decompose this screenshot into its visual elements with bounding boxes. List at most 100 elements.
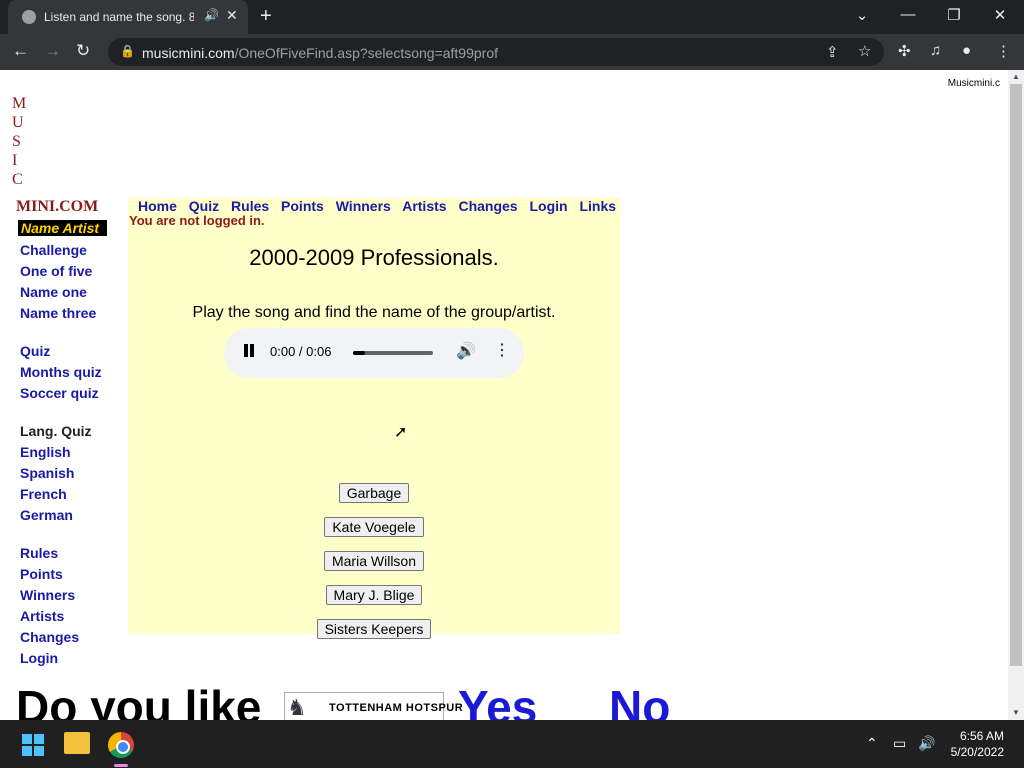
extensions-icon[interactable]: ✣	[898, 42, 911, 60]
nav-points[interactable]: Points	[281, 198, 324, 214]
choice-row: Garbage	[128, 483, 620, 503]
sidebar-item-name-one[interactable]: Name one	[16, 282, 112, 303]
mouse-cursor-icon: ➚	[394, 424, 408, 441]
web-page: Musicmini.c M U S I C MINI.COM Name Arti…	[0, 70, 1008, 720]
team-name: TOTTENHAM HOTSPUR	[329, 702, 464, 714]
seek-slider[interactable]	[353, 351, 433, 355]
menu-icon[interactable]: ⋮	[996, 42, 1011, 60]
lock-icon[interactable]: 🔒	[120, 44, 135, 58]
forward-button[interactable]: →	[44, 41, 61, 61]
logo-text: MINI.COM	[16, 198, 99, 215]
reload-button[interactable]: ↻	[76, 41, 90, 61]
active-tab[interactable]: Listen and name the song. 8( 🔊 ✕	[8, 0, 248, 34]
chevron-up-icon[interactable]: ⌃	[866, 735, 878, 752]
tab-title: Listen and name the song. 8(	[44, 10, 194, 24]
sidebar-item-rules[interactable]: Rules	[16, 543, 112, 564]
taskbar: ⌃ ▭ 🔊 6:56 AM 5/20/2022	[0, 720, 1024, 768]
sidebar-item-name-three[interactable]: Name three	[16, 303, 112, 324]
instruction-text: Play the song and find the name of the g…	[192, 304, 556, 321]
url-text: musicmini.com/OneOfFiveFind.asp?selectso…	[142, 45, 499, 61]
sidebar-item-challenge[interactable]: Challenge	[16, 240, 112, 261]
choice-row: Sisters Keepers	[128, 619, 620, 639]
choice-row: Kate Voegele	[128, 517, 620, 537]
sidebar-item-soccer-quiz[interactable]: Soccer quiz	[16, 383, 112, 404]
team-logo: ♞ TOTTENHAM HOTSPUR	[284, 692, 463, 720]
windows-start-icon[interactable]	[22, 734, 44, 756]
volume-icon[interactable]: 🔊	[456, 341, 476, 361]
sidebar-item-artists[interactable]: Artists	[16, 606, 112, 627]
no-link[interactable]: No	[609, 680, 670, 720]
tab-search-icon[interactable]: ⌄	[852, 6, 872, 24]
sidebar-item-quiz[interactable]: Quiz	[16, 341, 112, 362]
name-artist-link[interactable]: Name Artist	[18, 220, 107, 236]
sidebar-item-changes[interactable]: Changes	[16, 627, 112, 648]
sidebar-item-spanish[interactable]: Spanish	[16, 463, 112, 484]
chrome-icon[interactable]	[108, 732, 134, 758]
profile-icon[interactable]: ●	[962, 42, 971, 59]
clock-time: 6:56 AM	[959, 729, 1004, 743]
active-app-indicator	[114, 764, 128, 767]
close-tab-icon[interactable]: ✕	[226, 7, 238, 24]
new-tab-button[interactable]: +	[260, 5, 272, 28]
audio-player: 0:00 / 0:06 🔊 ⋮	[224, 328, 524, 378]
sidebar-item-german[interactable]: German	[16, 505, 112, 526]
system-clock[interactable]: 6:56 AM 5/20/2022	[940, 728, 1004, 760]
logo-letter: M	[12, 95, 27, 112]
audio-time: 0:00 / 0:06	[270, 344, 332, 359]
sidebar-item-login[interactable]: Login	[16, 648, 112, 669]
logo-letter: S	[12, 133, 21, 150]
share-icon[interactable]: ⇪	[826, 43, 839, 61]
choice-button[interactable]: Garbage	[338, 483, 410, 503]
more-options-icon[interactable]: ⋮	[494, 340, 510, 360]
nav-home[interactable]: Home	[138, 198, 177, 214]
nav-links[interactable]: Links	[579, 198, 616, 214]
choice-button[interactable]: Mary J. Blige	[325, 585, 423, 605]
choice-button[interactable]: Maria Willson	[323, 551, 424, 571]
scroll-up-icon[interactable]: ▲	[1012, 72, 1020, 81]
volume-tray-icon[interactable]: 🔊	[918, 735, 935, 752]
pause-icon[interactable]	[244, 344, 248, 357]
choice-button[interactable]: Sisters Keepers	[316, 619, 432, 639]
browser-toolbar: ← → ↻ 🔒 musicmini.com/OneOfFiveFind.asp?…	[0, 34, 1024, 70]
quiz-panel: Home Quiz Rules Points Winners Artists C…	[128, 198, 620, 639]
address-bar[interactable]: 🔒 musicmini.com/OneOfFiveFind.asp?select…	[108, 38, 884, 66]
bookmark-star-icon[interactable]: ☆	[858, 42, 871, 60]
tab-strip: Listen and name the song. 8( 🔊 ✕ + ⌄ — ❐…	[0, 0, 1024, 34]
nav-quiz[interactable]: Quiz	[189, 198, 219, 214]
minimize-button[interactable]: —	[898, 6, 918, 23]
yes-link[interactable]: Yes	[458, 680, 537, 720]
speaker-icon[interactable]: 🔊	[204, 8, 219, 22]
cockerel-icon: ♞	[287, 695, 307, 720]
sidebar-item-french[interactable]: French	[16, 484, 112, 505]
nav-winners[interactable]: Winners	[336, 198, 391, 214]
sidebar-item-one-of-five[interactable]: One of five	[16, 261, 112, 282]
sidebar-item-english[interactable]: English	[16, 442, 112, 463]
top-nav: Home Quiz Rules Points Winners Artists C…	[138, 198, 624, 214]
sidebar-item-winners[interactable]: Winners	[16, 585, 112, 606]
page-scrollbar[interactable]: ▲ ▼	[1008, 70, 1024, 720]
seek-progress	[353, 351, 365, 355]
choice-row: Mary J. Blige	[128, 585, 620, 605]
logo-letter: I	[12, 152, 18, 169]
nav-login[interactable]: Login	[529, 198, 567, 214]
sidebar-item-months-quiz[interactable]: Months quiz	[16, 362, 112, 383]
lang-quiz-label: Lang. Quiz	[20, 423, 92, 439]
choice-button[interactable]: Kate Voegele	[324, 517, 424, 537]
restore-button[interactable]: ❐	[944, 6, 964, 24]
choice-row: Maria Willson	[128, 551, 620, 571]
scroll-down-icon[interactable]: ▼	[1012, 708, 1020, 717]
page-title: 2000-2009 Professionals.	[249, 245, 499, 270]
media-control-icon[interactable]: ♫	[930, 42, 941, 59]
nav-rules[interactable]: Rules	[231, 198, 269, 214]
sidebar-menu: Name Artist Challenge One of five Name o…	[16, 220, 112, 669]
window-close-button[interactable]: ✕	[990, 6, 1010, 24]
scrollbar-thumb[interactable]	[1010, 84, 1022, 666]
network-icon[interactable]: ▭	[893, 735, 906, 752]
back-button[interactable]: ←	[12, 41, 29, 61]
nav-artists[interactable]: Artists	[402, 198, 446, 214]
clock-date: 5/20/2022	[950, 745, 1004, 759]
site-logo[interactable]: M U S I C	[12, 94, 32, 189]
file-explorer-icon[interactable]	[64, 732, 90, 754]
nav-changes[interactable]: Changes	[458, 198, 517, 214]
sidebar-item-points[interactable]: Points	[16, 564, 112, 585]
